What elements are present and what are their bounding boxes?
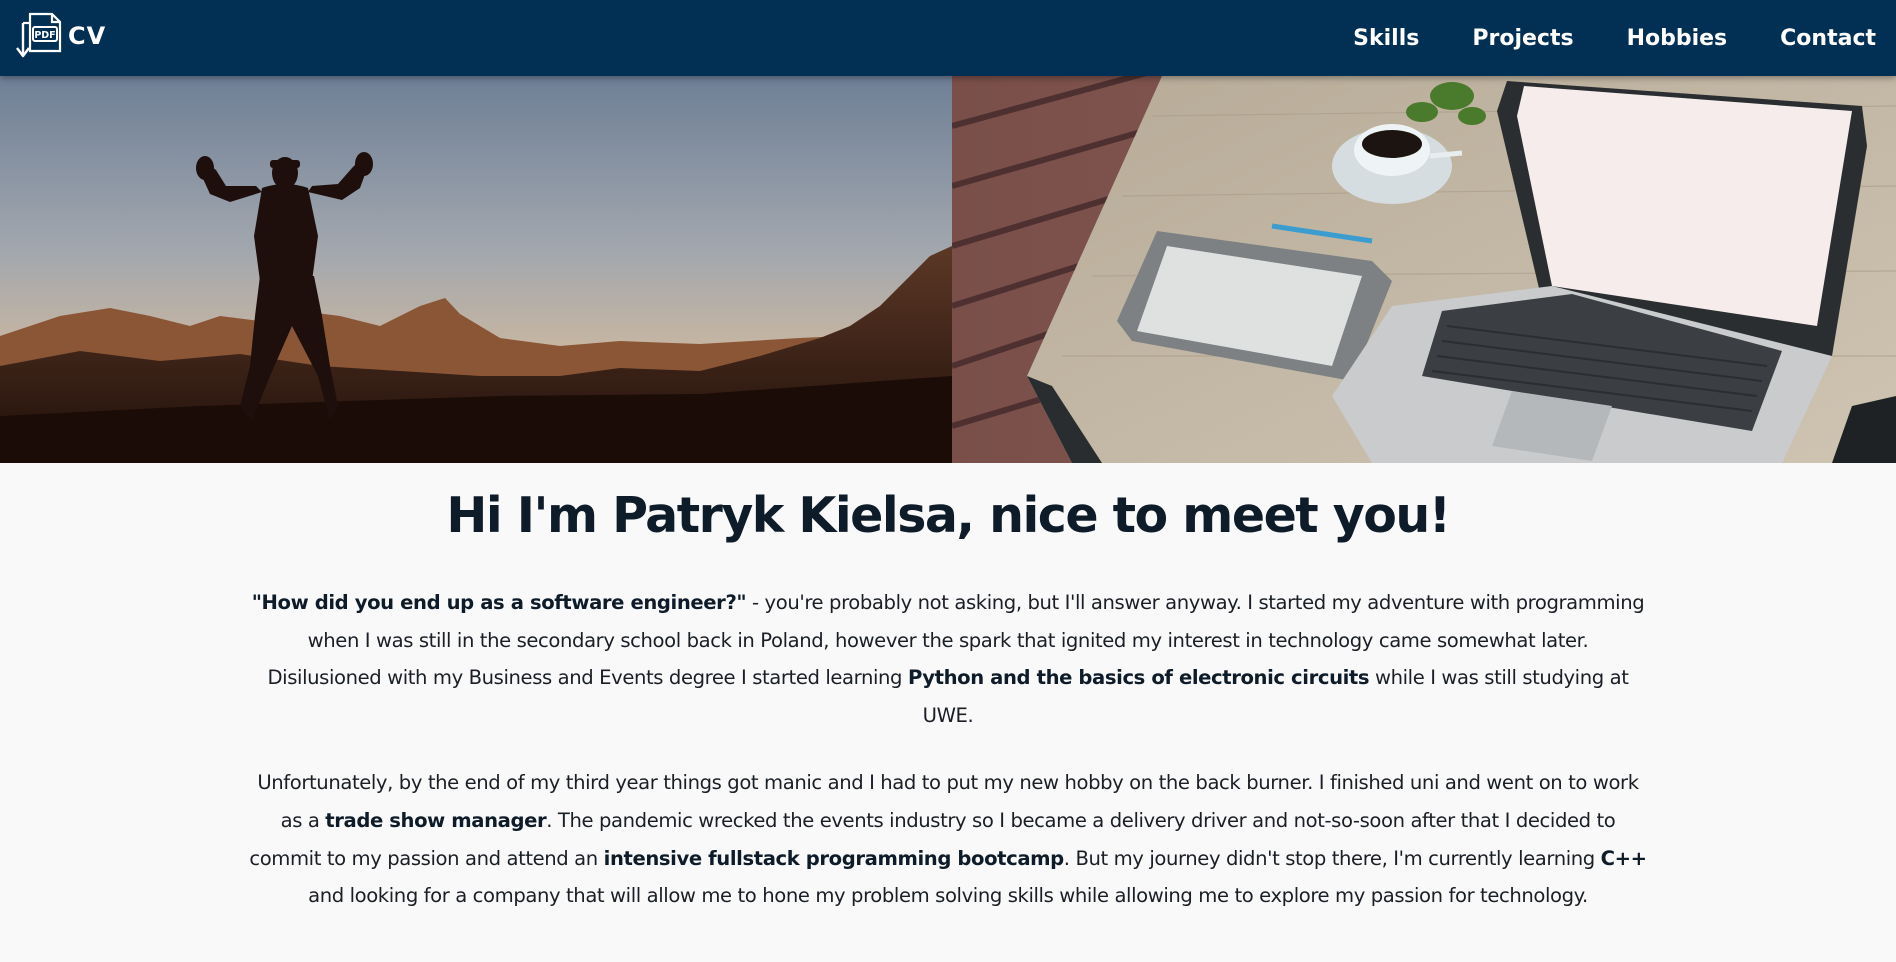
pdf-icon-label: PDF: [34, 30, 55, 41]
about-section: Hi I'm Patryk Kielsa, nice to meet you! …: [0, 463, 1896, 915]
pdf-download-icon: PDF: [14, 11, 62, 61]
logo-text: CV: [68, 22, 107, 50]
hero-banner: [0, 76, 1896, 463]
navbar: PDF CV Skills Projects Hobbies Contact: [0, 0, 1896, 76]
intro-paragraph-2: Unfortunately, by the end of my third ye…: [248, 764, 1648, 915]
nav-link-hobbies[interactable]: Hobbies: [1627, 26, 1728, 51]
page-title: Hi I'm Patryk Kielsa, nice to meet you!: [446, 487, 1451, 544]
nav-link-skills[interactable]: Skills: [1353, 26, 1419, 51]
nav-link-contact[interactable]: Contact: [1780, 26, 1876, 51]
story-text-3: . But my journey didn't stop there, I'm …: [1063, 846, 1601, 870]
nav-menu: Skills Projects Hobbies Contact: [1300, 0, 1876, 76]
intro-highlight-python: Python and the basics of electronic circ…: [907, 666, 1370, 690]
story-text-4: and looking for a company that will allo…: [308, 884, 1588, 908]
intro-question: "How did you end up as a software engine…: [251, 590, 747, 614]
person-silhouette-mountains-photo: [0, 76, 952, 463]
intro-paragraph-1: "How did you end up as a software engine…: [248, 584, 1648, 735]
story-highlight-trade-show: trade show manager: [325, 808, 547, 832]
story-highlight-bootcamp: intensive fullstack programming bootcamp: [603, 846, 1065, 870]
story-highlight-cpp: C++: [1600, 846, 1647, 870]
laptop-desk-photo: [952, 76, 1896, 463]
cv-download-link[interactable]: PDF CV: [14, 11, 106, 61]
nav-link-projects[interactable]: Projects: [1472, 26, 1573, 51]
